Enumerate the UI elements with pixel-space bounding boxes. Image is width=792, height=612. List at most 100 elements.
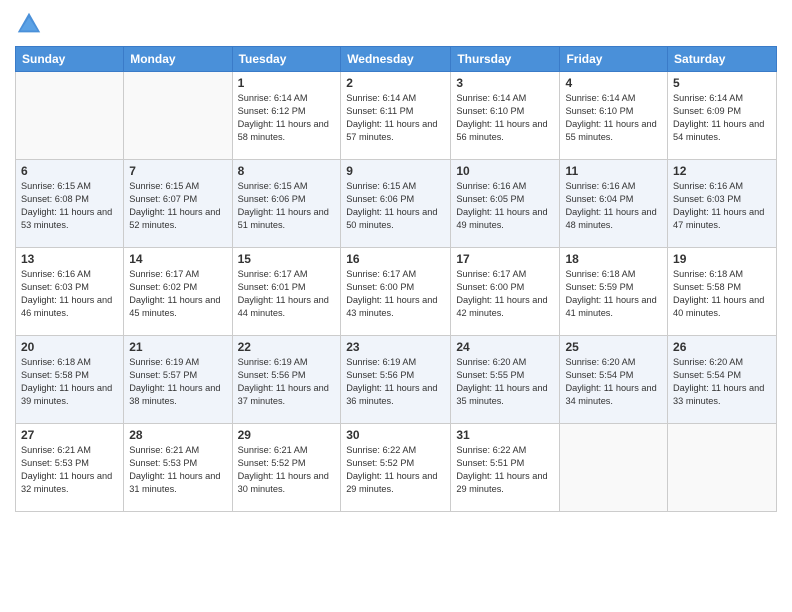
calendar-cell: 23 Sunrise: 6:19 AM Sunset: 5:56 PM Dayli…	[341, 336, 451, 424]
weekday-header-saturday: Saturday	[668, 47, 777, 72]
week-row-2: 6 Sunrise: 6:15 AM Sunset: 6:08 PM Daylig…	[16, 160, 777, 248]
weekday-header-tuesday: Tuesday	[232, 47, 341, 72]
day-info: Sunrise: 6:17 AM Sunset: 6:00 PM Dayligh…	[346, 268, 445, 320]
day-info: Sunrise: 6:16 AM Sunset: 6:04 PM Dayligh…	[565, 180, 662, 232]
day-number: 19	[673, 252, 771, 266]
day-info: Sunrise: 6:22 AM Sunset: 5:52 PM Dayligh…	[346, 444, 445, 496]
calendar-cell: 2 Sunrise: 6:14 AM Sunset: 6:11 PM Daylig…	[341, 72, 451, 160]
day-info: Sunrise: 6:15 AM Sunset: 6:08 PM Dayligh…	[21, 180, 118, 232]
day-info: Sunrise: 6:19 AM Sunset: 5:57 PM Dayligh…	[129, 356, 226, 408]
weekday-header-friday: Friday	[560, 47, 668, 72]
day-info: Sunrise: 6:16 AM Sunset: 6:05 PM Dayligh…	[456, 180, 554, 232]
calendar-cell: 7 Sunrise: 6:15 AM Sunset: 6:07 PM Daylig…	[124, 160, 232, 248]
calendar-cell: 6 Sunrise: 6:15 AM Sunset: 6:08 PM Daylig…	[16, 160, 124, 248]
day-number: 16	[346, 252, 445, 266]
day-number: 27	[21, 428, 118, 442]
day-number: 24	[456, 340, 554, 354]
day-number: 5	[673, 76, 771, 90]
calendar-cell	[124, 72, 232, 160]
weekday-header-thursday: Thursday	[451, 47, 560, 72]
day-number: 6	[21, 164, 118, 178]
day-number: 26	[673, 340, 771, 354]
calendar-cell: 9 Sunrise: 6:15 AM Sunset: 6:06 PM Daylig…	[341, 160, 451, 248]
calendar-cell: 19 Sunrise: 6:18 AM Sunset: 5:58 PM Dayli…	[668, 248, 777, 336]
calendar-cell: 30 Sunrise: 6:22 AM Sunset: 5:52 PM Dayli…	[341, 424, 451, 512]
day-number: 31	[456, 428, 554, 442]
day-info: Sunrise: 6:16 AM Sunset: 6:03 PM Dayligh…	[673, 180, 771, 232]
day-number: 30	[346, 428, 445, 442]
day-info: Sunrise: 6:14 AM Sunset: 6:10 PM Dayligh…	[565, 92, 662, 144]
day-info: Sunrise: 6:17 AM Sunset: 6:01 PM Dayligh…	[238, 268, 336, 320]
calendar-cell: 31Sunrise: 6:22 AM Sunset: 5:51 PM Dayli…	[451, 424, 560, 512]
calendar-page: SundayMondayTuesdayWednesdayThursdayFrid…	[0, 0, 792, 612]
weekday-header-monday: Monday	[124, 47, 232, 72]
day-number: 22	[238, 340, 336, 354]
calendar-cell: 16 Sunrise: 6:17 AM Sunset: 6:00 PM Dayli…	[341, 248, 451, 336]
day-number: 13	[21, 252, 118, 266]
calendar-cell: 4 Sunrise: 6:14 AM Sunset: 6:10 PM Daylig…	[560, 72, 668, 160]
calendar-cell: 14Sunrise: 6:17 AM Sunset: 6:02 PM Dayli…	[124, 248, 232, 336]
day-info: Sunrise: 6:14 AM Sunset: 6:11 PM Dayligh…	[346, 92, 445, 144]
calendar-cell: 29Sunrise: 6:21 AM Sunset: 5:52 PM Dayli…	[232, 424, 341, 512]
calendar-cell	[668, 424, 777, 512]
week-row-3: 13Sunrise: 6:16 AM Sunset: 6:03 PM Dayli…	[16, 248, 777, 336]
calendar-cell: 10 Sunrise: 6:16 AM Sunset: 6:05 PM Dayli…	[451, 160, 560, 248]
day-number: 10	[456, 164, 554, 178]
day-number: 28	[129, 428, 226, 442]
calendar-cell: 12 Sunrise: 6:16 AM Sunset: 6:03 PM Dayli…	[668, 160, 777, 248]
day-number: 29	[238, 428, 336, 442]
weekday-header-row: SundayMondayTuesdayWednesdayThursdayFrid…	[16, 47, 777, 72]
day-info: Sunrise: 6:18 AM Sunset: 5:59 PM Dayligh…	[565, 268, 662, 320]
calendar-cell: 28Sunrise: 6:21 AM Sunset: 5:53 PM Dayli…	[124, 424, 232, 512]
day-number: 9	[346, 164, 445, 178]
day-info: Sunrise: 6:17 AM Sunset: 6:02 PM Dayligh…	[129, 268, 226, 320]
calendar-cell	[16, 72, 124, 160]
day-number: 7	[129, 164, 226, 178]
calendar-cell: 18 Sunrise: 6:18 AM Sunset: 5:59 PM Dayli…	[560, 248, 668, 336]
day-info: Sunrise: 6:14 AM Sunset: 6:10 PM Dayligh…	[456, 92, 554, 144]
calendar-cell: 5 Sunrise: 6:14 AM Sunset: 6:09 PM Daylig…	[668, 72, 777, 160]
day-info: Sunrise: 6:14 AM Sunset: 6:09 PM Dayligh…	[673, 92, 771, 144]
day-number: 4	[565, 76, 662, 90]
calendar-cell: 15 Sunrise: 6:17 AM Sunset: 6:01 PM Dayli…	[232, 248, 341, 336]
calendar-table: SundayMondayTuesdayWednesdayThursdayFrid…	[15, 46, 777, 512]
day-number: 3	[456, 76, 554, 90]
calendar-cell: 20Sunrise: 6:18 AM Sunset: 5:58 PM Dayli…	[16, 336, 124, 424]
week-row-5: 27 Sunrise: 6:21 AM Sunset: 5:53 PM Dayli…	[16, 424, 777, 512]
calendar-cell: 8Sunrise: 6:15 AM Sunset: 6:06 PM Daylig…	[232, 160, 341, 248]
calendar-cell: 21Sunrise: 6:19 AM Sunset: 5:57 PM Dayli…	[124, 336, 232, 424]
day-number: 20	[21, 340, 118, 354]
day-number: 17	[456, 252, 554, 266]
day-info: Sunrise: 6:15 AM Sunset: 6:06 PM Dayligh…	[238, 180, 336, 232]
day-number: 12	[673, 164, 771, 178]
day-info: Sunrise: 6:18 AM Sunset: 5:58 PM Dayligh…	[673, 268, 771, 320]
day-info: Sunrise: 6:21 AM Sunset: 5:53 PM Dayligh…	[21, 444, 118, 496]
header	[15, 10, 777, 38]
day-info: Sunrise: 6:19 AM Sunset: 5:56 PM Dayligh…	[238, 356, 336, 408]
day-info: Sunrise: 6:20 AM Sunset: 5:55 PM Dayligh…	[456, 356, 554, 408]
logo-icon	[15, 10, 43, 38]
day-info: Sunrise: 6:19 AM Sunset: 5:56 PM Dayligh…	[346, 356, 445, 408]
calendar-cell: 26 Sunrise: 6:20 AM Sunset: 5:54 PM Dayli…	[668, 336, 777, 424]
day-number: 15	[238, 252, 336, 266]
calendar-cell: 11 Sunrise: 6:16 AM Sunset: 6:04 PM Dayli…	[560, 160, 668, 248]
calendar-cell: 3 Sunrise: 6:14 AM Sunset: 6:10 PM Daylig…	[451, 72, 560, 160]
day-number: 23	[346, 340, 445, 354]
calendar-cell	[560, 424, 668, 512]
day-number: 25	[565, 340, 662, 354]
calendar-cell: 27 Sunrise: 6:21 AM Sunset: 5:53 PM Dayli…	[16, 424, 124, 512]
day-number: 18	[565, 252, 662, 266]
week-row-1: 1Sunrise: 6:14 AM Sunset: 6:12 PM Daylig…	[16, 72, 777, 160]
weekday-header-wednesday: Wednesday	[341, 47, 451, 72]
day-info: Sunrise: 6:15 AM Sunset: 6:07 PM Dayligh…	[129, 180, 226, 232]
calendar-cell: 17Sunrise: 6:17 AM Sunset: 6:00 PM Dayli…	[451, 248, 560, 336]
calendar-cell: 1Sunrise: 6:14 AM Sunset: 6:12 PM Daylig…	[232, 72, 341, 160]
day-info: Sunrise: 6:15 AM Sunset: 6:06 PM Dayligh…	[346, 180, 445, 232]
calendar-cell: 24 Sunrise: 6:20 AM Sunset: 5:55 PM Dayli…	[451, 336, 560, 424]
calendar-cell: 25 Sunrise: 6:20 AM Sunset: 5:54 PM Dayli…	[560, 336, 668, 424]
day-number: 11	[565, 164, 662, 178]
day-info: Sunrise: 6:20 AM Sunset: 5:54 PM Dayligh…	[565, 356, 662, 408]
logo	[15, 10, 47, 38]
day-info: Sunrise: 6:20 AM Sunset: 5:54 PM Dayligh…	[673, 356, 771, 408]
day-number: 2	[346, 76, 445, 90]
